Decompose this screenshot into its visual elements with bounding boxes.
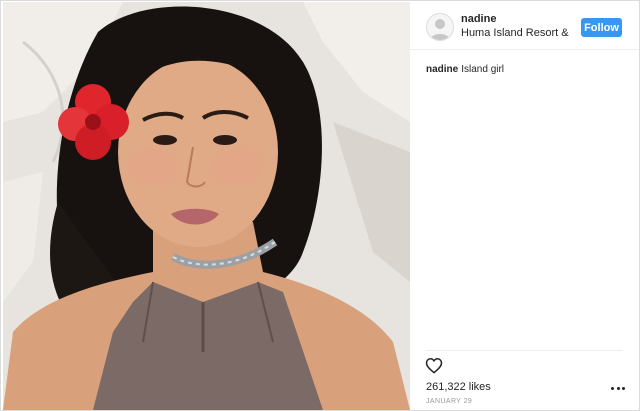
likes-word: likes xyxy=(468,381,491,393)
caption-text: Island girl xyxy=(461,64,505,75)
follow-button[interactable]: Follow xyxy=(581,18,622,37)
post-date: JANUARY 29 xyxy=(426,398,473,405)
dot xyxy=(611,386,614,390)
heart-outline-icon[interactable] xyxy=(425,357,443,374)
avatar[interactable] xyxy=(426,13,454,41)
post-photo[interactable] xyxy=(3,2,410,410)
likes-number: 261,322 xyxy=(426,381,466,393)
post-card: nadine Huma Island Resort & S... Follow … xyxy=(0,0,640,411)
dot xyxy=(622,386,625,390)
dot xyxy=(616,386,620,390)
post-side-panel: nadine Huma Island Resort & S... Follow … xyxy=(410,2,639,410)
default-user-avatar-icon xyxy=(427,14,453,40)
likes-count[interactable]: 261,322 likes xyxy=(426,381,491,393)
actions-divider xyxy=(426,350,623,351)
header-username[interactable]: nadine xyxy=(461,13,496,25)
header-location[interactable]: Huma Island Resort & S... xyxy=(461,27,571,39)
post-caption: nadine Island girl xyxy=(426,64,504,75)
caption-username[interactable]: nadine xyxy=(426,64,458,75)
ellipsis-icon[interactable] xyxy=(611,385,625,391)
post-header: nadine Huma Island Resort & S... Follow xyxy=(410,2,639,50)
